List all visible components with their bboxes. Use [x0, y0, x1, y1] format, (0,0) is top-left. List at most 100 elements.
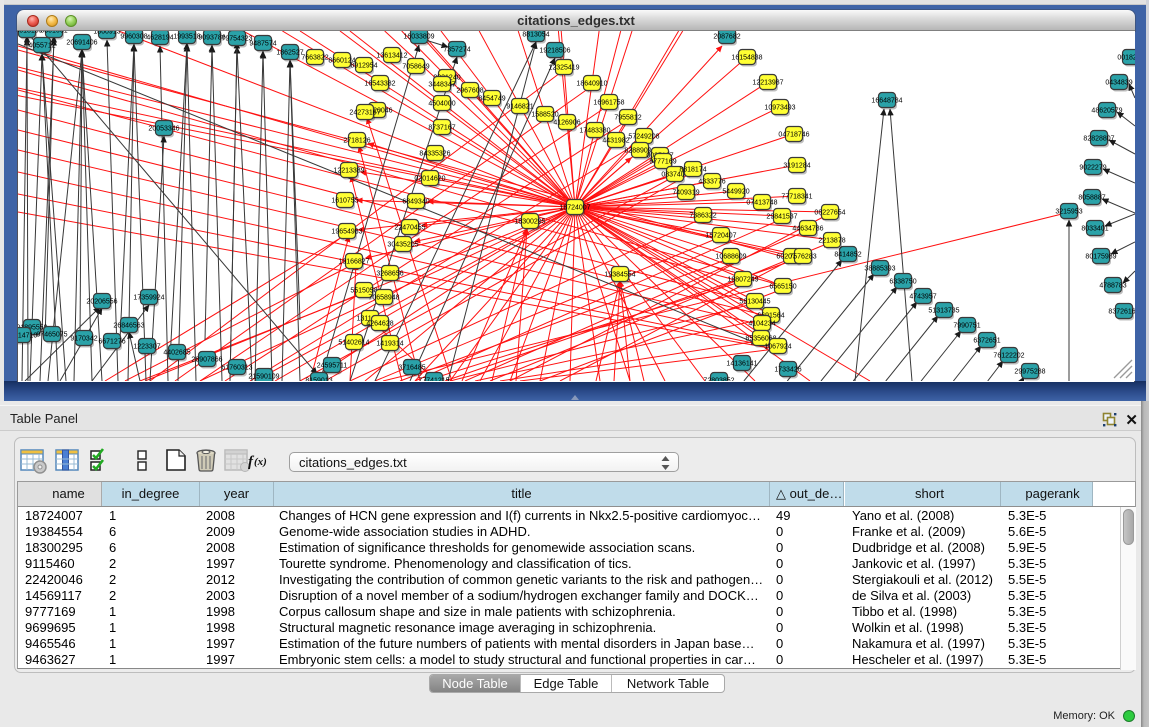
svg-text:8454749: 8454749 — [478, 96, 505, 103]
svg-text:13613412: 13613412 — [376, 53, 407, 60]
svg-text:48620579: 48620579 — [1091, 108, 1122, 115]
svg-text:1860913: 1860913 — [93, 31, 120, 36]
svg-text:28907866: 28907866 — [191, 357, 222, 364]
svg-text:51402614: 51402614 — [338, 340, 369, 347]
svg-text:38885393: 38885393 — [864, 266, 895, 273]
svg-text:6565150: 6565150 — [769, 284, 796, 291]
svg-text:8818174: 8818174 — [679, 167, 706, 174]
svg-text:4628194: 4628194 — [146, 35, 173, 42]
svg-text:3215953: 3215953 — [1055, 209, 1082, 216]
svg-text:0018263: 0018263 — [1117, 55, 1135, 62]
svg-text:84335326: 84335326 — [419, 151, 450, 158]
svg-text:7663822: 7663822 — [301, 55, 328, 62]
svg-text:4402685: 4402685 — [163, 350, 190, 357]
svg-text:6671276: 6671276 — [98, 339, 125, 346]
svg-text:24595711: 24595711 — [317, 363, 348, 370]
svg-text:7058649: 7058649 — [402, 64, 429, 71]
svg-text:1588520: 1588520 — [531, 112, 558, 119]
svg-text:2718126: 2718126 — [343, 138, 370, 145]
svg-text:51313735: 51313735 — [928, 308, 959, 315]
svg-text:19218506: 19218506 — [539, 48, 570, 55]
svg-text:16543382: 16543382 — [364, 81, 395, 88]
svg-text:7990751: 7990751 — [953, 323, 980, 330]
svg-text:97114710: 97114710 — [18, 333, 37, 340]
svg-text:29975288: 29975288 — [1014, 369, 1045, 376]
svg-text:80175989: 80175989 — [1085, 254, 1116, 261]
svg-text:97465075: 97465075 — [36, 332, 67, 339]
svg-text:07413748: 07413748 — [746, 200, 777, 207]
svg-text:8813054: 8813054 — [522, 32, 549, 39]
svg-text:8737167: 8737167 — [428, 125, 455, 132]
svg-text:18640910: 18640910 — [576, 81, 607, 88]
svg-text:8912954: 8912954 — [350, 63, 377, 70]
svg-text:16154838: 16154838 — [731, 55, 762, 62]
svg-text:17359924: 17359924 — [133, 295, 164, 302]
svg-text:20053346: 20053346 — [148, 126, 179, 133]
svg-text:26018159: 26018159 — [18, 31, 43, 35]
svg-text:4333776: 4333776 — [698, 179, 725, 186]
svg-text:56130445: 56130445 — [739, 299, 770, 306]
svg-text:12325419: 12325419 — [548, 65, 579, 72]
svg-text:4743957: 4743957 — [909, 294, 936, 301]
svg-text:8159013: 8159013 — [305, 378, 332, 382]
svg-text:44634786: 44634786 — [792, 226, 823, 233]
svg-text:83726167: 83726167 — [1108, 309, 1135, 316]
svg-text:1862527: 1862527 — [276, 50, 303, 57]
svg-text:8033401: 8033401 — [1081, 226, 1108, 233]
svg-text:29841537: 29841537 — [766, 214, 797, 221]
svg-text:2967608: 2967608 — [456, 88, 483, 95]
svg-text:7409319: 7409319 — [672, 190, 699, 197]
svg-text:5515058: 5515058 — [350, 288, 377, 295]
svg-text:2213878: 2213878 — [818, 238, 845, 245]
svg-text:9487574: 9487574 — [249, 41, 276, 48]
svg-text:3716485: 3716485 — [398, 365, 425, 372]
svg-text:2087682: 2087682 — [713, 34, 740, 41]
svg-text:18807249: 18807249 — [727, 277, 758, 284]
svg-text:72803852: 72803852 — [703, 378, 734, 382]
svg-text:20691406: 20691406 — [66, 40, 97, 47]
svg-text:4504000: 4504000 — [428, 101, 455, 108]
svg-text:3191284: 3191284 — [783, 163, 810, 170]
svg-text:17483380: 17483380 — [579, 128, 610, 135]
svg-text:26846563: 26846563 — [113, 323, 144, 330]
svg-text:9146821: 9146821 — [506, 104, 533, 111]
svg-text:6849340: 6849340 — [402, 199, 429, 206]
svg-text:1223307: 1223307 — [133, 344, 160, 351]
svg-text:20206556: 20206556 — [86, 299, 117, 306]
svg-text:22470455: 22470455 — [394, 225, 425, 232]
svg-text:70658948: 70658948 — [368, 295, 399, 302]
svg-text:16033809: 16033809 — [403, 34, 434, 41]
svg-text:08227654: 08227654 — [814, 210, 845, 217]
svg-text:(x): (x) — [254, 456, 267, 468]
svg-text:7386322: 7386322 — [689, 213, 716, 220]
svg-text:30435205: 30435205 — [387, 242, 418, 249]
svg-text:7357274: 7357274 — [443, 47, 470, 54]
svg-text:4264628: 4264628 — [366, 321, 393, 328]
svg-text:5449920: 5449920 — [722, 189, 749, 196]
svg-text:4788783: 4788783 — [1099, 283, 1126, 290]
svg-text:9022279: 9022279 — [1079, 165, 1106, 172]
svg-text:21590109: 21590109 — [248, 374, 279, 381]
svg-text:1733426: 1733426 — [774, 367, 801, 374]
svg-text:1067924: 1067924 — [764, 344, 791, 351]
svg-text:3448347: 3448347 — [428, 82, 455, 89]
svg-text:4126906: 4126906 — [553, 120, 580, 127]
svg-text:15720407: 15720407 — [705, 233, 736, 240]
svg-text:4055712: 4055712 — [28, 43, 55, 50]
svg-text:9777169: 9777169 — [649, 159, 676, 166]
svg-text:10973493: 10973493 — [764, 105, 795, 112]
svg-text:12213389: 12213389 — [333, 168, 364, 175]
svg-text:3268656: 3268656 — [376, 271, 403, 278]
svg-text:8301661: 8301661 — [40, 31, 67, 35]
svg-text:82828807: 82828807 — [1083, 136, 1114, 143]
svg-text:12213987: 12213987 — [752, 80, 783, 87]
svg-text:0434839: 0434839 — [1105, 80, 1132, 87]
svg-text:1419314: 1419314 — [376, 341, 403, 348]
svg-text:6338750: 6338750 — [889, 279, 916, 286]
svg-text:1610755: 1610755 — [331, 198, 358, 205]
svg-text:18300295: 18300295 — [514, 219, 545, 226]
svg-text:7576283: 7576283 — [789, 254, 816, 261]
svg-text:14136141: 14136141 — [726, 361, 757, 368]
svg-text:57249208: 57249208 — [628, 134, 659, 141]
svg-text:24273167: 24273167 — [349, 110, 380, 117]
